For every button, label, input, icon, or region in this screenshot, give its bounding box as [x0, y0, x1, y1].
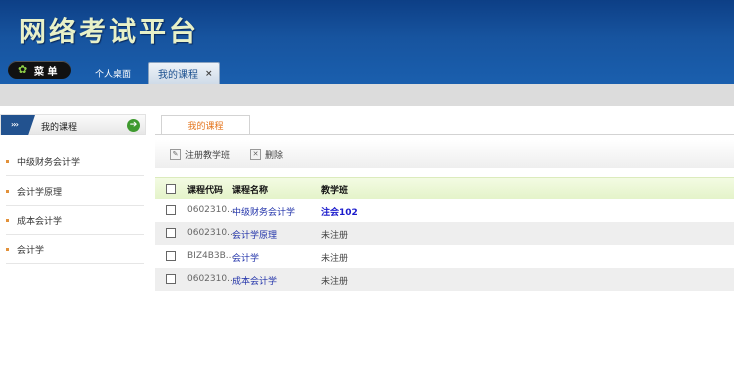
- sidebar-item-label: 成本会计学: [17, 216, 63, 227]
- sidebar-item-accounting-principles[interactable]: 会计学原理: [6, 177, 144, 206]
- toolbar: ✎ 注册教学班 ✕ 删除: [155, 140, 734, 168]
- delete-label: 删除: [265, 151, 284, 161]
- collapse-arrow-icon[interactable]: ›››: [1, 115, 35, 135]
- tab-personal-desktop[interactable]: 个人桌面: [95, 62, 131, 84]
- bullet-icon: [6, 218, 9, 222]
- course-code: 0602310...: [187, 228, 236, 238]
- table-row: 0602310... 中级财务会计学 注会102: [155, 199, 734, 222]
- course-name-link[interactable]: 会计学: [232, 251, 259, 264]
- table-row: BIZ4B3B... 会计学 未注册: [155, 245, 734, 268]
- sidebar-item-label: 会计学原理: [17, 187, 63, 198]
- app-title: 网络考试平台: [19, 17, 199, 48]
- course-name-link[interactable]: 成本会计学: [232, 274, 277, 287]
- table-row: 0602310... 会计学原理 未注册: [155, 222, 734, 245]
- select-all-checkbox[interactable]: [166, 184, 176, 194]
- course-name-link[interactable]: 会计学原理: [232, 228, 277, 241]
- bullet-icon: [6, 159, 9, 163]
- header-band: [0, 84, 734, 106]
- app-header: 网络考试平台 ✿ 菜 单 个人桌面 我的课程 ×: [0, 0, 734, 84]
- sidebar-item-intermediate-accounting[interactable]: 中级财务会计学: [6, 147, 144, 176]
- menu-label: 菜 单: [34, 66, 58, 78]
- class-status: 未注册: [321, 254, 349, 264]
- column-header-name[interactable]: 课程名称: [232, 183, 268, 196]
- column-header-class[interactable]: 教学班: [321, 183, 348, 196]
- sidebar-title: 我的课程: [41, 123, 78, 133]
- row-checkbox[interactable]: [166, 251, 176, 261]
- exit-icon[interactable]: ➔: [127, 119, 140, 132]
- register-icon: ✎: [170, 149, 181, 160]
- sidebar-item-accounting[interactable]: 会计学: [6, 235, 144, 264]
- tab-my-courses-panel[interactable]: 我的课程: [161, 115, 250, 135]
- tab-my-courses[interactable]: 我的课程 ×: [148, 62, 220, 84]
- register-label: 注册教学班: [185, 151, 231, 161]
- bullet-icon: [6, 247, 9, 251]
- delete-button[interactable]: ✕ 删除: [250, 148, 283, 161]
- column-header-code[interactable]: 课程代码: [187, 183, 223, 196]
- class-link[interactable]: 注会102: [321, 205, 358, 218]
- register-class-button[interactable]: ✎ 注册教学班: [170, 148, 230, 161]
- class-status: 未注册: [321, 231, 349, 241]
- course-code: 0602310...: [187, 274, 236, 284]
- bullet-icon: [6, 189, 9, 193]
- row-checkbox[interactable]: [166, 228, 176, 238]
- delete-icon: ✕: [250, 149, 261, 160]
- course-code: BIZ4B3B...: [187, 251, 235, 261]
- course-name-link[interactable]: 中级财务会计学: [232, 205, 295, 218]
- tab-label: 我的课程: [158, 70, 198, 81]
- menu-button[interactable]: ✿ 菜 单: [8, 61, 71, 79]
- table-header: 课程代码 课程名称 教学班: [155, 177, 734, 199]
- table-row: 0602310... 成本会计学 未注册: [155, 268, 734, 291]
- close-icon[interactable]: ×: [205, 69, 213, 79]
- sidebar-item-cost-accounting[interactable]: 成本会计学: [6, 206, 144, 235]
- row-checkbox[interactable]: [166, 205, 176, 215]
- gear-icon: ✿: [18, 63, 28, 76]
- row-checkbox[interactable]: [166, 274, 176, 284]
- sidebar-item-label: 中级财务会计学: [17, 157, 81, 168]
- sidebar-header: ››› 我的课程 ➔: [0, 114, 146, 135]
- course-code: 0602310...: [187, 205, 236, 215]
- sidebar-item-label: 会计学: [17, 245, 45, 256]
- class-status: 未注册: [321, 277, 349, 287]
- tab-divider: [155, 134, 734, 135]
